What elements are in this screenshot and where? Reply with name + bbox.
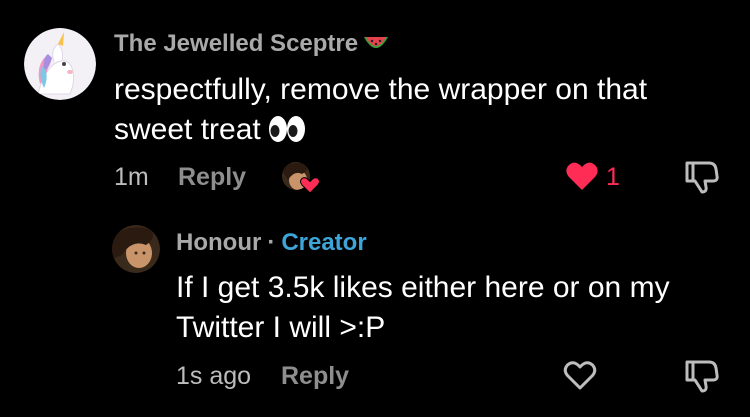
reply-text: If I get 3.5k likes either here or on my…	[176, 271, 670, 344]
commenter-username-text: The Jewelled Sceptre	[114, 30, 359, 57]
creator-liked-avatar-icon	[280, 160, 324, 196]
reply-dislike-button[interactable]	[683, 359, 719, 398]
comment-text: respectfully, remove the wrapper on that…	[114, 70, 714, 156]
reply-separator: ·	[267, 229, 276, 256]
comment-text-body: respectfully, remove the wrapper on that…	[114, 73, 648, 146]
reply-author-line: Honour · Creator	[176, 229, 367, 257]
heart-filled-icon	[565, 162, 599, 196]
reply-author-name[interactable]: Honour	[176, 229, 261, 256]
comment-timestamp: 1m	[114, 163, 149, 191]
commenter-avatar[interactable]	[24, 28, 96, 100]
reply-reply-button[interactable]: Reply	[281, 362, 349, 391]
watermelon-icon	[362, 33, 390, 62]
comment-dislike-button[interactable]	[683, 160, 719, 199]
commenter-username[interactable]: The Jewelled Sceptre	[114, 30, 390, 62]
comment-like-count: 1	[606, 163, 620, 191]
thumbs-down-icon	[683, 161, 719, 198]
comment-like-button[interactable]	[565, 160, 599, 197]
comment-reply-button[interactable]: Reply	[178, 163, 246, 192]
reply-like-button[interactable]	[563, 359, 597, 396]
thumbs-down-icon	[683, 360, 719, 397]
heart-outline-icon	[563, 361, 597, 395]
creator-badge: Creator	[281, 229, 367, 256]
reply-timestamp: 1s ago	[176, 362, 252, 390]
eyes-icon	[267, 113, 307, 156]
reply-author-avatar[interactable]	[112, 225, 160, 273]
